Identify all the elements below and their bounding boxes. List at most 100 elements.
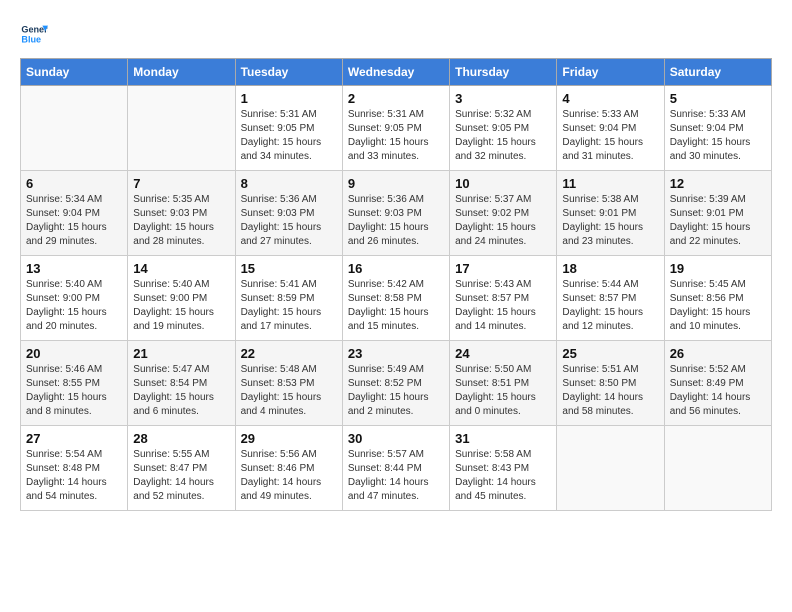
calendar-cell: 6Sunrise: 5:34 AM Sunset: 9:04 PM Daylig… — [21, 171, 128, 256]
day-info: Sunrise: 5:38 AM Sunset: 9:01 PM Dayligh… — [562, 193, 658, 249]
logo: General Blue — [20, 20, 52, 48]
calendar-cell: 18Sunrise: 5:44 AM Sunset: 8:57 PM Dayli… — [557, 256, 664, 341]
day-info: Sunrise: 5:43 AM Sunset: 8:57 PM Dayligh… — [455, 278, 551, 334]
day-info: Sunrise: 5:47 AM Sunset: 8:54 PM Dayligh… — [133, 363, 229, 419]
column-header-friday: Friday — [557, 59, 664, 86]
svg-text:Blue: Blue — [21, 34, 41, 44]
day-info: Sunrise: 5:46 AM Sunset: 8:55 PM Dayligh… — [26, 363, 122, 419]
day-info: Sunrise: 5:45 AM Sunset: 8:56 PM Dayligh… — [670, 278, 766, 334]
day-info: Sunrise: 5:35 AM Sunset: 9:03 PM Dayligh… — [133, 193, 229, 249]
day-number: 3 — [455, 91, 551, 106]
calendar-cell: 17 Sunrise: 5:43 AM Sunset: 8:57 PM Dayli… — [450, 256, 557, 341]
day-number: 17 — [455, 261, 551, 276]
day-number: 8 — [241, 176, 337, 191]
calendar-week-row: 13 Sunrise: 5:40 AM Sunset: 9:00 PM Dayli… — [21, 256, 772, 341]
calendar-table: SundayMondayTuesdayWednesdayThursdayFrid… — [20, 58, 772, 511]
calendar-cell: 31Sunrise: 5:58 AM Sunset: 8:43 PM Dayli… — [450, 426, 557, 511]
day-number: 21 — [133, 346, 229, 361]
calendar-cell: 29 Sunrise: 5:56 AM Sunset: 8:46 PM Dayli… — [235, 426, 342, 511]
day-number: 18 — [562, 261, 658, 276]
calendar-cell: 12 Sunrise: 5:39 AM Sunset: 9:01 PM Dayli… — [664, 171, 771, 256]
day-number: 9 — [348, 176, 444, 191]
logo-icon: General Blue — [20, 20, 48, 48]
day-info: Sunrise: 5:42 AM Sunset: 8:58 PM Dayligh… — [348, 278, 444, 334]
day-number: 31 — [455, 431, 551, 446]
day-info: Sunrise: 5:33 AM Sunset: 9:04 PM Dayligh… — [670, 108, 766, 164]
day-number: 6 — [26, 176, 122, 191]
calendar-cell: 28 Sunrise: 5:55 AM Sunset: 8:47 PM Dayli… — [128, 426, 235, 511]
day-info: Sunrise: 5:54 AM Sunset: 8:48 PM Dayligh… — [26, 448, 122, 504]
calendar-cell — [128, 86, 235, 171]
column-header-sunday: Sunday — [21, 59, 128, 86]
day-number: 13 — [26, 261, 122, 276]
day-number: 24 — [455, 346, 551, 361]
day-number: 16 — [348, 261, 444, 276]
day-info: Sunrise: 5:40 AM Sunset: 9:00 PM Dayligh… — [26, 278, 122, 334]
day-number: 11 — [562, 176, 658, 191]
day-number: 10 — [455, 176, 551, 191]
day-info: Sunrise: 5:41 AM Sunset: 8:59 PM Dayligh… — [241, 278, 337, 334]
day-number: 28 — [133, 431, 229, 446]
day-number: 29 — [241, 431, 337, 446]
day-info: Sunrise: 5:55 AM Sunset: 8:47 PM Dayligh… — [133, 448, 229, 504]
day-number: 25 — [562, 346, 658, 361]
calendar-cell: 23 Sunrise: 5:49 AM Sunset: 8:52 PM Dayli… — [342, 341, 449, 426]
day-info: Sunrise: 5:56 AM Sunset: 8:46 PM Dayligh… — [241, 448, 337, 504]
day-number: 1 — [241, 91, 337, 106]
day-info: Sunrise: 5:31 AM Sunset: 9:05 PM Dayligh… — [348, 108, 444, 164]
day-number: 22 — [241, 346, 337, 361]
day-number: 15 — [241, 261, 337, 276]
day-info: Sunrise: 5:39 AM Sunset: 9:01 PM Dayligh… — [670, 193, 766, 249]
column-header-saturday: Saturday — [664, 59, 771, 86]
calendar-cell: 2 Sunrise: 5:31 AM Sunset: 9:05 PM Daylig… — [342, 86, 449, 171]
calendar-cell: 11 Sunrise: 5:38 AM Sunset: 9:01 PM Dayli… — [557, 171, 664, 256]
calendar-week-row: 6Sunrise: 5:34 AM Sunset: 9:04 PM Daylig… — [21, 171, 772, 256]
day-number: 27 — [26, 431, 122, 446]
calendar-cell: 30Sunrise: 5:57 AM Sunset: 8:44 PM Dayli… — [342, 426, 449, 511]
calendar-cell: 8 Sunrise: 5:36 AM Sunset: 9:03 PM Daylig… — [235, 171, 342, 256]
calendar-header-row: SundayMondayTuesdayWednesdayThursdayFrid… — [21, 59, 772, 86]
day-info: Sunrise: 5:32 AM Sunset: 9:05 PM Dayligh… — [455, 108, 551, 164]
day-number: 5 — [670, 91, 766, 106]
day-number: 19 — [670, 261, 766, 276]
day-number: 2 — [348, 91, 444, 106]
calendar-cell: 22 Sunrise: 5:48 AM Sunset: 8:53 PM Dayli… — [235, 341, 342, 426]
calendar-cell: 13 Sunrise: 5:40 AM Sunset: 9:00 PM Dayli… — [21, 256, 128, 341]
day-info: Sunrise: 5:33 AM Sunset: 9:04 PM Dayligh… — [562, 108, 658, 164]
calendar-cell — [664, 426, 771, 511]
day-info: Sunrise: 5:48 AM Sunset: 8:53 PM Dayligh… — [241, 363, 337, 419]
day-number: 20 — [26, 346, 122, 361]
day-number: 12 — [670, 176, 766, 191]
calendar-cell: 10 Sunrise: 5:37 AM Sunset: 9:02 PM Dayli… — [450, 171, 557, 256]
day-info: Sunrise: 5:37 AM Sunset: 9:02 PM Dayligh… — [455, 193, 551, 249]
day-info: Sunrise: 5:52 AM Sunset: 8:49 PM Dayligh… — [670, 363, 766, 419]
calendar-cell: 21 Sunrise: 5:47 AM Sunset: 8:54 PM Dayli… — [128, 341, 235, 426]
calendar-cell: 19 Sunrise: 5:45 AM Sunset: 8:56 PM Dayli… — [664, 256, 771, 341]
day-info: Sunrise: 5:49 AM Sunset: 8:52 PM Dayligh… — [348, 363, 444, 419]
calendar-cell: 26 Sunrise: 5:52 AM Sunset: 8:49 PM Dayli… — [664, 341, 771, 426]
column-header-monday: Monday — [128, 59, 235, 86]
calendar-cell: 4 Sunrise: 5:33 AM Sunset: 9:04 PM Daylig… — [557, 86, 664, 171]
calendar-cell — [557, 426, 664, 511]
day-number: 23 — [348, 346, 444, 361]
day-info: Sunrise: 5:36 AM Sunset: 9:03 PM Dayligh… — [348, 193, 444, 249]
day-info: Sunrise: 5:31 AM Sunset: 9:05 PM Dayligh… — [241, 108, 337, 164]
day-number: 26 — [670, 346, 766, 361]
calendar-week-row: 20 Sunrise: 5:46 AM Sunset: 8:55 PM Dayli… — [21, 341, 772, 426]
calendar-cell: 20 Sunrise: 5:46 AM Sunset: 8:55 PM Dayli… — [21, 341, 128, 426]
calendar-cell: 1 Sunrise: 5:31 AM Sunset: 9:05 PM Daylig… — [235, 86, 342, 171]
day-info: Sunrise: 5:36 AM Sunset: 9:03 PM Dayligh… — [241, 193, 337, 249]
day-number: 4 — [562, 91, 658, 106]
page-header: General Blue — [20, 20, 772, 48]
calendar-cell: 9 Sunrise: 5:36 AM Sunset: 9:03 PM Daylig… — [342, 171, 449, 256]
calendar-week-row: 27 Sunrise: 5:54 AM Sunset: 8:48 PM Dayli… — [21, 426, 772, 511]
calendar-cell: 27 Sunrise: 5:54 AM Sunset: 8:48 PM Dayli… — [21, 426, 128, 511]
day-info: Sunrise: 5:40 AM Sunset: 9:00 PM Dayligh… — [133, 278, 229, 334]
day-number: 14 — [133, 261, 229, 276]
column-header-thursday: Thursday — [450, 59, 557, 86]
calendar-cell: 16 Sunrise: 5:42 AM Sunset: 8:58 PM Dayli… — [342, 256, 449, 341]
calendar-cell: 25Sunrise: 5:51 AM Sunset: 8:50 PM Dayli… — [557, 341, 664, 426]
calendar-cell: 3 Sunrise: 5:32 AM Sunset: 9:05 PM Daylig… — [450, 86, 557, 171]
day-number: 7 — [133, 176, 229, 191]
calendar-cell: 14 Sunrise: 5:40 AM Sunset: 9:00 PM Dayli… — [128, 256, 235, 341]
